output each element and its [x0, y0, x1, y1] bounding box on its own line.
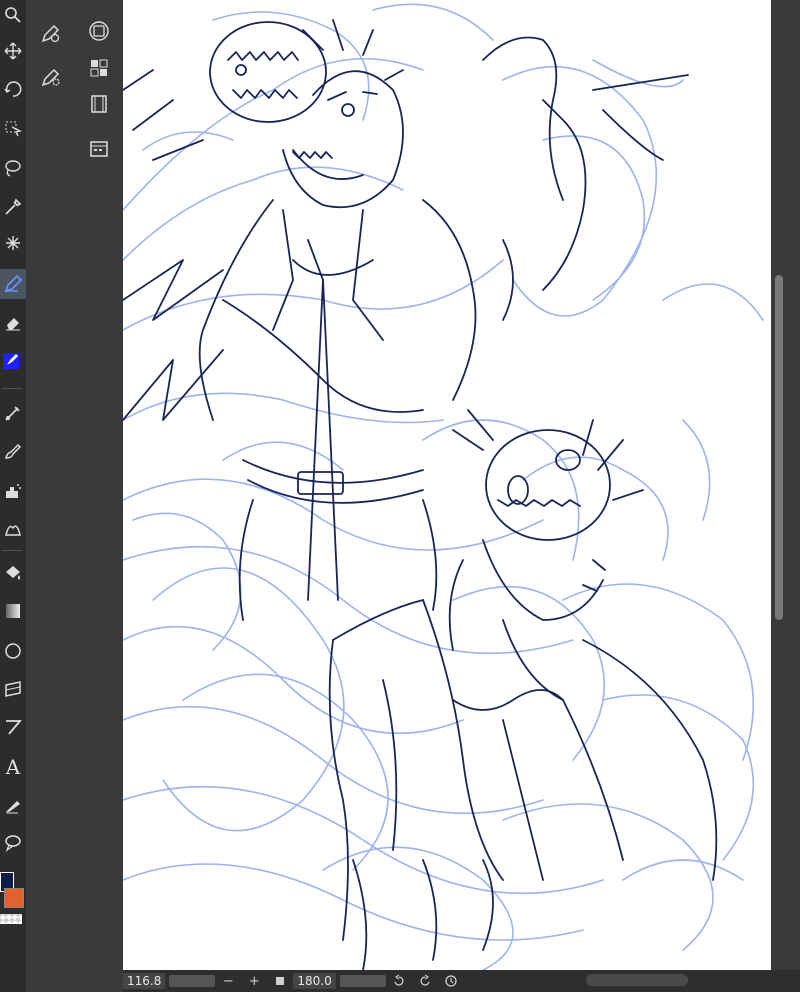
fill-bucket-icon[interactable]	[0, 558, 26, 588]
pen-options-icon[interactable]	[36, 62, 66, 92]
rotate-left-icon[interactable]	[386, 972, 412, 990]
drawing-canvas[interactable]	[123, 0, 771, 970]
canvas-bottom-bar: 116.8 − + 180.0	[123, 970, 800, 992]
sketch-artwork	[123, 3, 764, 970]
lasso-select-icon[interactable]	[0, 153, 26, 183]
material-panel-icon[interactable]	[84, 134, 114, 164]
zoom-slider[interactable]	[169, 975, 216, 987]
correct-line-icon[interactable]	[0, 790, 26, 820]
toolbar-divider	[2, 388, 22, 389]
navigator-grid-icon[interactable]	[84, 53, 114, 83]
eyedropper-icon[interactable]	[0, 192, 26, 222]
frame-border-icon[interactable]	[0, 674, 26, 704]
ruler-icon[interactable]	[0, 712, 26, 742]
balloon-icon[interactable]	[0, 828, 26, 858]
rotate-icon[interactable]	[0, 74, 26, 104]
sub-color-swatch[interactable]	[4, 888, 24, 908]
object-select-icon[interactable]	[0, 114, 26, 144]
auto-select-icon[interactable]	[0, 228, 26, 258]
brush-icon[interactable]	[0, 436, 26, 466]
pen-settings-icon[interactable]	[36, 18, 66, 48]
blend-icon[interactable]	[0, 514, 26, 544]
animation-film-icon[interactable]	[84, 89, 114, 119]
sub-tool-panel	[26, 0, 123, 992]
zoom-out-button[interactable]: −	[215, 974, 241, 989]
airbrush-icon[interactable]	[0, 476, 26, 506]
gradient-icon[interactable]	[0, 596, 26, 626]
eraser-icon[interactable]	[0, 308, 26, 338]
pen-tool-icon[interactable]	[0, 269, 26, 299]
zoom-in-button[interactable]: +	[241, 974, 267, 989]
text-tool-icon[interactable]: A	[0, 752, 26, 782]
rotate-right-icon[interactable]	[412, 972, 438, 990]
move-icon[interactable]	[0, 36, 26, 66]
zoom-icon[interactable]	[0, 0, 26, 30]
fill-pen-icon[interactable]	[0, 346, 26, 376]
transparent-color-swatch[interactable]	[0, 914, 22, 924]
figure-ruler-icon[interactable]	[0, 398, 26, 428]
reset-rotation-icon[interactable]	[438, 972, 464, 990]
ellipse-figure-icon[interactable]	[0, 636, 26, 666]
toolbar-divider	[2, 550, 22, 551]
zoom-value-field[interactable]: 116.8	[123, 973, 166, 989]
angle-slider[interactable]	[339, 975, 386, 987]
layer-panel-icon[interactable]	[84, 16, 114, 46]
fit-screen-icon[interactable]	[267, 972, 293, 990]
horizontal-scrollbar[interactable]	[586, 974, 688, 986]
tool-palette: A	[0, 0, 26, 992]
vertical-scrollbar[interactable]	[775, 275, 783, 620]
angle-value-field[interactable]: 180.0	[293, 973, 336, 989]
